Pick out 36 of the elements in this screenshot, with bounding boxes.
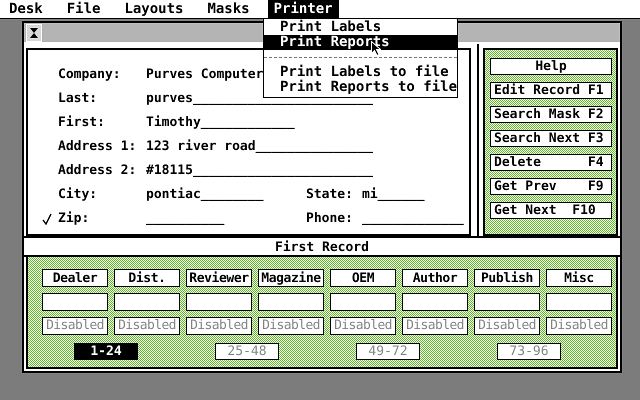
category-field[interactable] — [474, 293, 540, 311]
field-label: Zip: — [58, 211, 90, 226]
category-field[interactable] — [186, 293, 252, 311]
field-value[interactable]: 123 river road_______________ — [146, 139, 373, 154]
menu-title[interactable]: Printer — [268, 0, 339, 18]
field-label: State: — [306, 187, 354, 202]
action-button[interactable]: Delete F4 — [490, 154, 612, 171]
action-button[interactable]: Search Mask F2 — [490, 106, 612, 123]
field-label: Address 1: — [58, 139, 138, 154]
field-label: City: — [58, 187, 98, 202]
close-icon — [30, 28, 38, 38]
field-label: Company: — [58, 67, 122, 82]
action-button[interactable]: Help — [490, 58, 612, 75]
field-value[interactable]: __________ — [146, 211, 306, 226]
field-value[interactable]: mi______ — [362, 187, 425, 202]
action-button[interactable]: Search Next F3 — [490, 130, 612, 147]
action-button[interactable]: Get Next F10 — [490, 202, 612, 219]
category-field[interactable] — [402, 293, 468, 311]
field-label: First: — [58, 115, 106, 130]
field-value[interactable]: Timothy____________ — [146, 115, 306, 130]
category-field[interactable] — [258, 293, 324, 311]
field-value[interactable]: pontiac________ — [146, 187, 306, 202]
page-button[interactable]: 1-24 — [74, 343, 138, 360]
action-button[interactable]: Edit Record F1 — [490, 82, 612, 99]
field-label: Phone: — [306, 211, 354, 226]
action-button[interactable]: Get Prev F9 — [490, 178, 612, 195]
field-label: Address 2: — [58, 163, 138, 178]
field-value[interactable]: _____________ — [362, 211, 464, 226]
category-field[interactable] — [330, 293, 396, 311]
field-label: Last: — [58, 91, 98, 106]
field-value[interactable]: #18115_______________________ — [146, 163, 373, 178]
category-field[interactable] — [546, 293, 612, 311]
close-button[interactable] — [26, 24, 42, 42]
category-field[interactable] — [42, 293, 108, 311]
category-field[interactable] — [114, 293, 180, 311]
menu-item[interactable]: Print Reports — [264, 35, 457, 50]
